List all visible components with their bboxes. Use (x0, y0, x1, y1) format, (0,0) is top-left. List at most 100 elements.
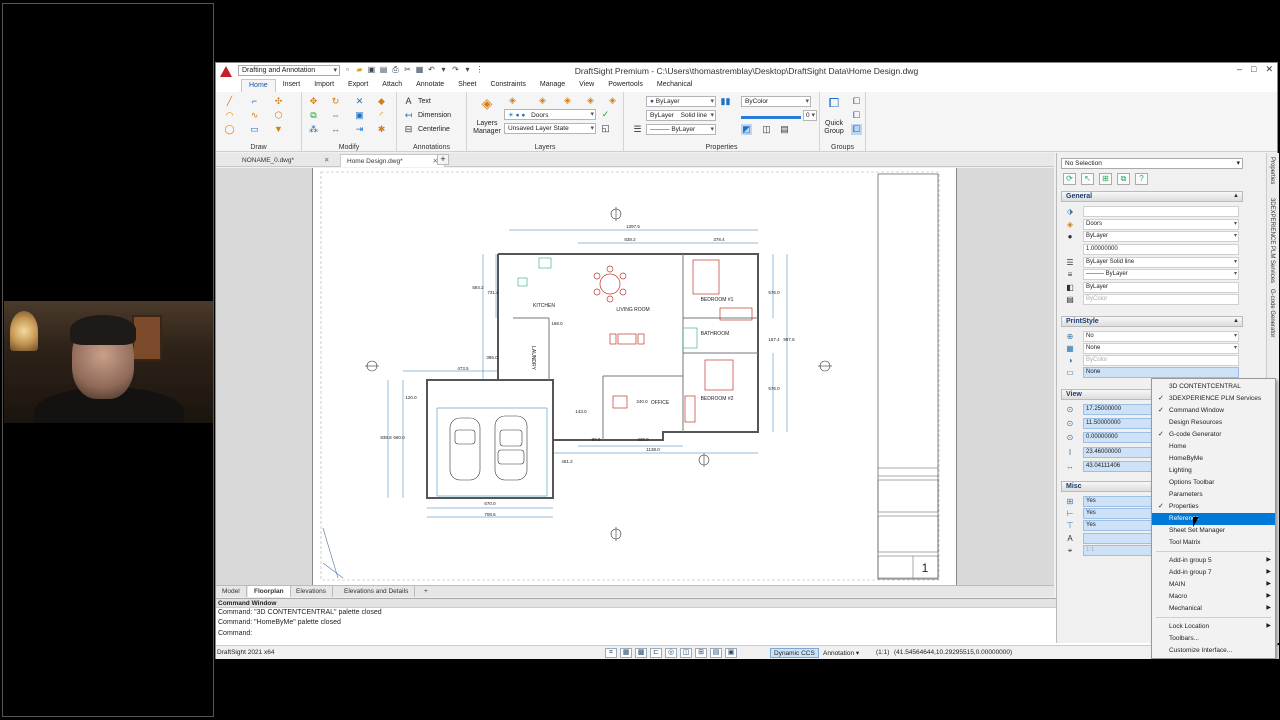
rectangle-icon[interactable]: ▭ (249, 124, 260, 135)
prop-value[interactable]: ——— ByLayer (1083, 269, 1239, 280)
sheet-tab-floorplan[interactable]: Floorplan (248, 586, 291, 597)
menu-item-main[interactable]: MAIN ▶ (1152, 579, 1275, 591)
side-tab-gcode[interactable]: G-code Generator (1269, 289, 1275, 337)
side-tab-properties[interactable]: Properties (1269, 157, 1275, 184)
doc-tab-home-design[interactable]: Home Design.dwg* ✕ (340, 154, 446, 167)
annotation-scale-dropdown[interactable]: Annotation ▾ (820, 648, 862, 658)
prop-value[interactable]: Doors (1083, 219, 1239, 230)
trim-icon[interactable]: ✕ (354, 96, 365, 107)
move-icon[interactable]: ✥ (308, 96, 319, 107)
stretch-icon[interactable]: ↔ (330, 124, 341, 135)
menu-item-parameters[interactable]: Parameters (1152, 489, 1275, 501)
floor-plan-drawing[interactable]: 1 1397.6 838.2 378.4 584.2 731.4 386.0 4… (313, 168, 958, 585)
menu-item-3d-contentcentral[interactable]: 3D CONTENTCENTRAL (1152, 381, 1275, 393)
tab-sheet[interactable]: Sheet (451, 79, 483, 92)
property-tool-2-icon[interactable]: ◫ (761, 124, 772, 135)
group-tool-1-icon[interactable]: ⧠ (851, 96, 862, 107)
menu-item-tool-matrix[interactable]: Tool Matrix (1152, 537, 1275, 549)
dynamic-ccs-toggle[interactable]: Dynamic CCS (770, 648, 819, 658)
tab-home[interactable]: Home (241, 79, 276, 92)
layer-state-icon[interactable]: ◱ (600, 123, 611, 134)
arc-icon[interactable]: ◠ (224, 110, 235, 121)
tab-import[interactable]: Import (307, 79, 341, 92)
tab-mechanical[interactable]: Mechanical (650, 79, 699, 92)
tab-constraints[interactable]: Constraints (483, 79, 532, 92)
command-prompt-input[interactable]: Command: (216, 629, 1152, 639)
menu-item-reference[interactable]: Reference (1152, 513, 1275, 525)
sheet-tab-elevations[interactable]: Elevations (290, 586, 333, 597)
prop-value[interactable]: ByLayer (1083, 282, 1239, 293)
grid-display-icon[interactable]: ▩ (635, 648, 647, 658)
linestyle-dropdown[interactable]: ByLayer Solid line (646, 110, 716, 121)
close-tab-icon[interactable]: ✕ (324, 157, 329, 164)
prop-value[interactable] (1083, 206, 1239, 217)
minimize-button[interactable]: – (1237, 64, 1242, 75)
prop-value[interactable]: 1.00000000 (1083, 244, 1239, 255)
offset-icon[interactable]: ▣ (354, 110, 365, 121)
doc-tab-noname[interactable]: NONAME_0.dwg* ✕ (236, 154, 335, 167)
prop-value[interactable]: None (1083, 367, 1239, 378)
new-tab-button[interactable]: + (437, 154, 449, 165)
centerline-button[interactable]: Centerline (418, 126, 450, 133)
point-icon[interactable]: ✣ (273, 96, 284, 107)
transparency-value[interactable]: 0 (803, 110, 817, 121)
side-tab-3dexperience[interactable]: 3DEXPERIENCE PLM Services (1269, 198, 1275, 283)
text-button[interactable]: Text (418, 98, 431, 105)
polyline-icon[interactable]: ⌐ (249, 96, 260, 107)
esnap-icon[interactable]: ◫ (680, 648, 692, 658)
group-tool-2-icon[interactable]: ⧠ (851, 110, 862, 121)
dimension-icon[interactable]: ↤ (403, 110, 414, 121)
hatch-icon[interactable]: ▼ (273, 124, 284, 135)
explode-icon[interactable]: ✱ (376, 124, 387, 135)
menu-item-lighting[interactable]: Lighting (1152, 465, 1275, 477)
menu-item-command-window[interactable]: ✓ Command Window (1152, 405, 1275, 417)
maximize-button[interactable]: □ (1251, 64, 1256, 75)
layer-tool-2-icon[interactable]: ◈ (537, 95, 548, 106)
spline-icon[interactable]: ∿ (249, 110, 260, 121)
menu-item-mechanical[interactable]: Mechanical ▶ (1152, 603, 1275, 615)
tab-view[interactable]: View (572, 79, 601, 92)
lineweight-toggle-icon[interactable]: ▤ (710, 648, 722, 658)
sheet-tab-elevations-details[interactable]: Elevations and Details (338, 586, 416, 597)
help-icon[interactable]: ? (1135, 173, 1148, 185)
tab-annotate[interactable]: Annotate (409, 79, 451, 92)
color-dropdown[interactable]: ● ByLayer (646, 96, 716, 107)
tab-powertools[interactable]: Powertools (601, 79, 650, 92)
lineweight-dropdown[interactable]: ——— ByLayer (646, 124, 716, 135)
grid-icon[interactable]: ▦ (620, 648, 632, 658)
transparency-slider[interactable] (741, 113, 801, 119)
match-properties-icon[interactable]: ◩ (741, 124, 752, 135)
print-style-dropdown[interactable]: ByColor (741, 96, 811, 107)
tab-manage[interactable]: Manage (533, 79, 572, 92)
printstyle-section-header[interactable]: PrintStyle (1061, 316, 1243, 327)
group-tool-3-icon[interactable]: ⧠ (851, 124, 862, 135)
quick-group-button[interactable]: Quick Group (820, 120, 848, 136)
extend-icon[interactable]: ⇥ (354, 124, 365, 135)
erase-icon[interactable]: ◆ (376, 96, 387, 107)
menu-item-macro[interactable]: Macro ▶ (1152, 591, 1275, 603)
add-sheet-button[interactable]: + (418, 586, 434, 597)
menu-item-properties[interactable]: ✓ Properties (1152, 501, 1275, 513)
quick-select-icon[interactable]: ⊞ (1099, 173, 1112, 185)
tab-insert[interactable]: Insert (276, 79, 308, 92)
layers-manager-button[interactable]: Layers Manager (470, 120, 504, 136)
snap-icon[interactable]: ⌗ (605, 648, 617, 658)
quick-group-icon[interactable]: ⧠ (827, 96, 841, 111)
text-icon[interactable]: A (403, 96, 414, 107)
menu-item-addin-group-7[interactable]: Add-in group 7 ▶ (1152, 567, 1275, 579)
menu-item-options-toolbar[interactable]: Options Toolbar (1152, 477, 1275, 489)
property-tool-3-icon[interactable]: ▤ (779, 124, 790, 135)
prop-value[interactable]: None (1083, 343, 1239, 354)
quick-input-icon[interactable]: ▣ (725, 648, 737, 658)
layers-manager-icon[interactable]: ◈ (479, 96, 495, 114)
menu-item-toolbars[interactable]: Toolbars... (1152, 633, 1275, 645)
select-icon[interactable]: ↖ (1081, 173, 1094, 185)
polygon-icon[interactable]: ⬡ (273, 110, 284, 121)
menu-item-sheet-set-manager[interactable]: Sheet Set Manager (1152, 525, 1275, 537)
dimension-button[interactable]: Dimension (418, 112, 451, 119)
circle-icon[interactable]: ◯ (224, 124, 235, 135)
array-icon[interactable]: ⁂ (308, 124, 319, 135)
prop-value[interactable]: No (1083, 331, 1239, 342)
menu-item-design-resources[interactable]: Design Resources (1152, 417, 1275, 429)
rotate-icon[interactable]: ↻ (330, 96, 341, 107)
